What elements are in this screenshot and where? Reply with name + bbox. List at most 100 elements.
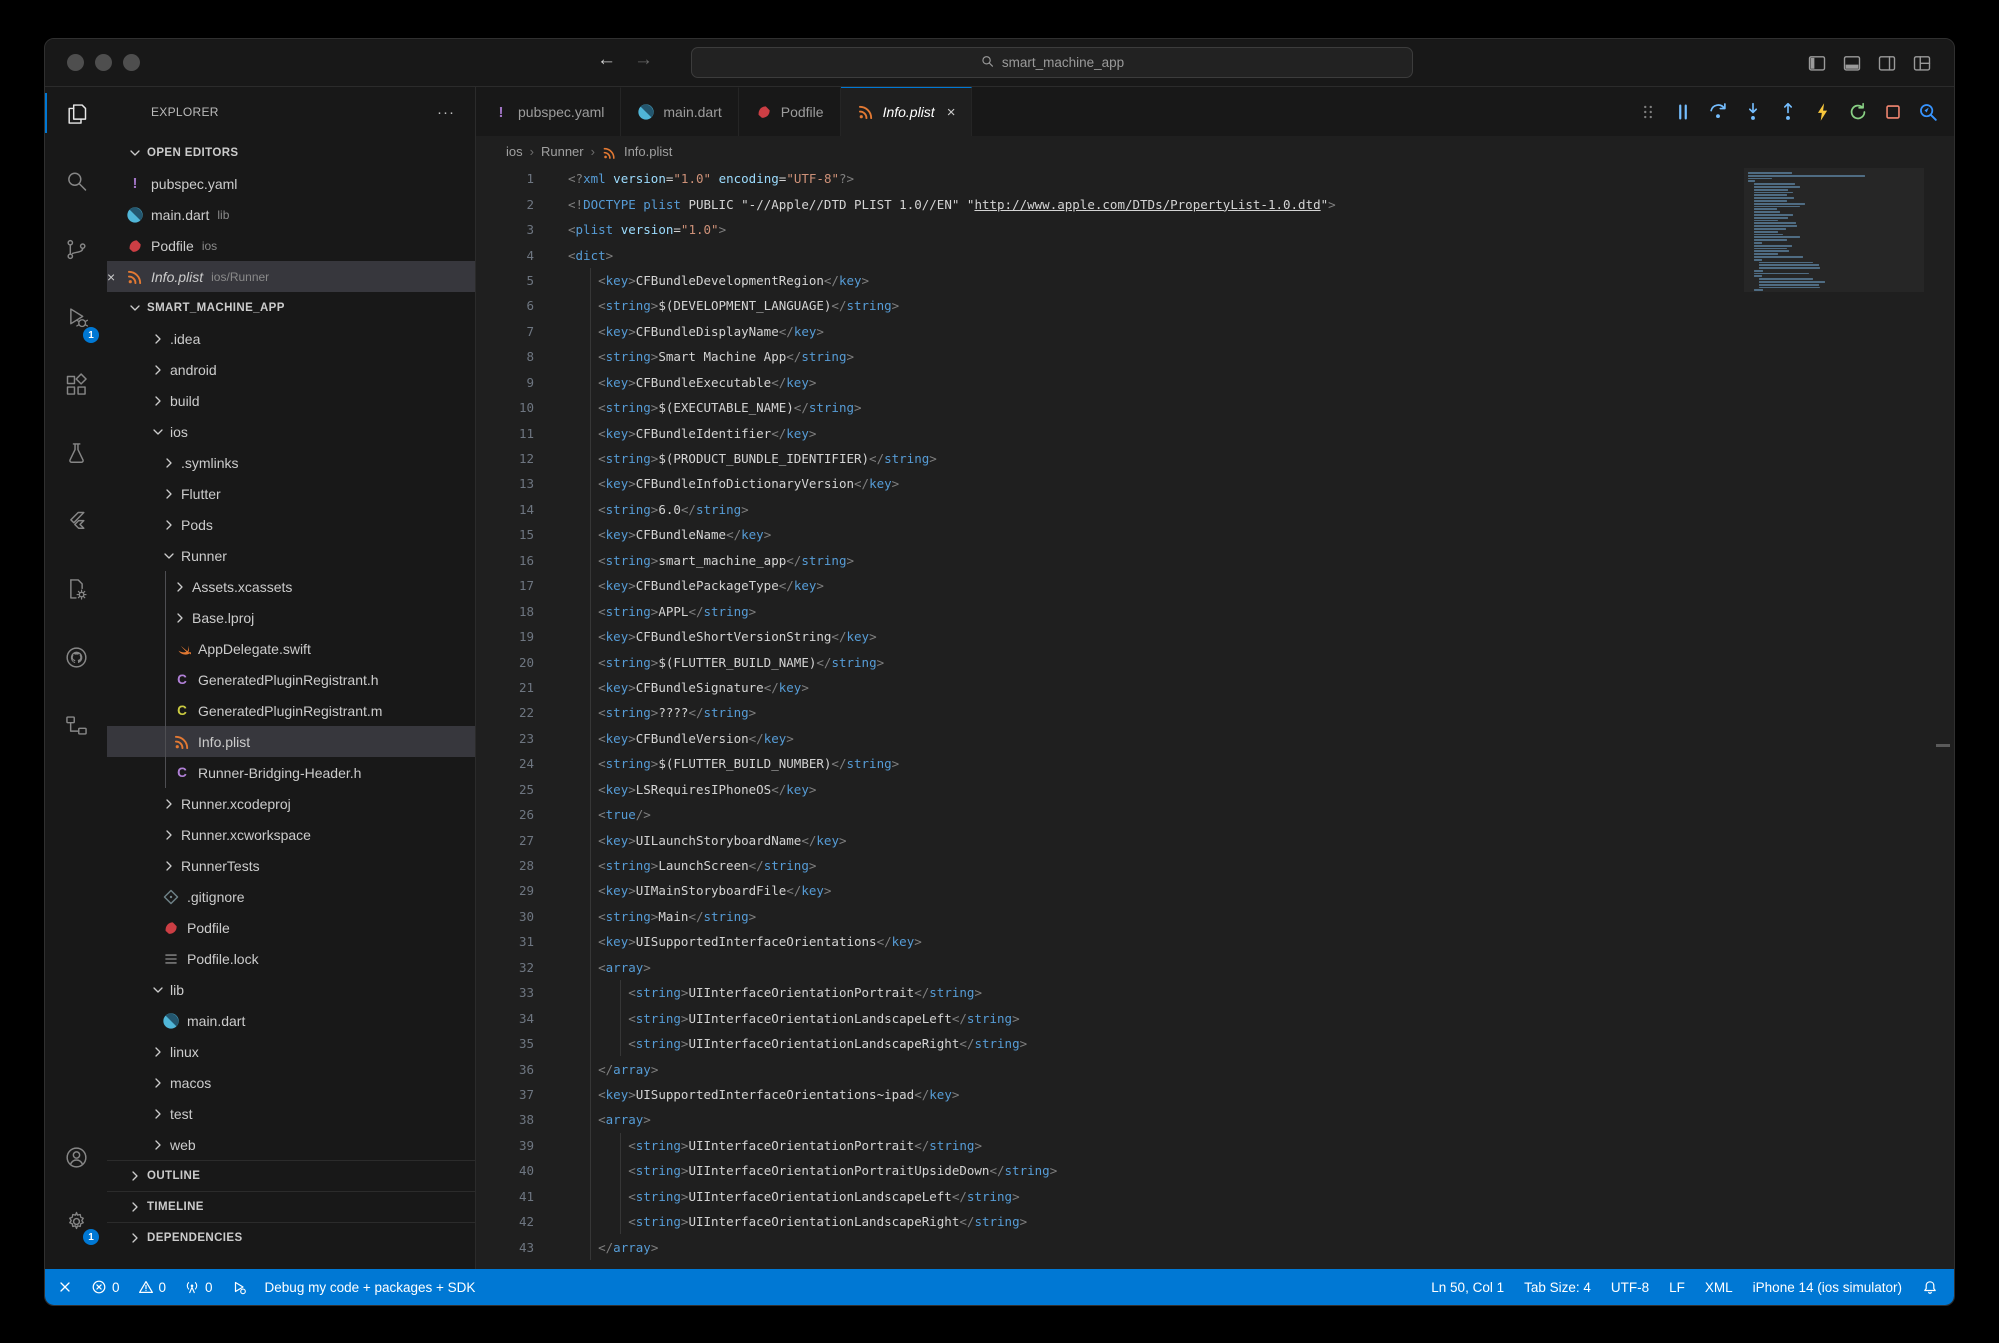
code-line-9[interactable]: 9 <key>CFBundleExecutable</key> (476, 370, 1954, 395)
code-line-19[interactable]: 19 <key>CFBundleShortVersionString</key> (476, 624, 1954, 649)
code-line-10[interactable]: 10 <string>$(EXECUTABLE_NAME)</string> (476, 395, 1954, 420)
open-devtools-icon[interactable] (1916, 100, 1940, 124)
code-line-5[interactable]: 5 <key>CFBundleDevelopmentRegion</key> (476, 268, 1954, 293)
launch-configuration[interactable]: Debug my code + packages + SDK (265, 1280, 476, 1295)
cursor-position[interactable]: Ln 50, Col 1 (1431, 1280, 1504, 1295)
tab-main-dart[interactable]: main.dart (621, 87, 738, 136)
toggle-primary-sidebar-icon[interactable] (1807, 53, 1827, 73)
tree-item-generatedpluginregistrant-m[interactable]: CGeneratedPluginRegistrant.m (107, 695, 475, 726)
code-line-37[interactable]: 37 <key>UISupportedInterfaceOrientations… (476, 1082, 1954, 1107)
pause-icon[interactable] (1671, 100, 1695, 124)
problems-errors[interactable]: 0 (91, 1279, 120, 1295)
debug-status-icon[interactable] (231, 1279, 247, 1295)
minimize-window-button[interactable] (95, 54, 112, 71)
section-timeline[interactable]: TIMELINE (107, 1191, 475, 1222)
close-icon[interactable]: × (107, 269, 125, 285)
section-project-root[interactable]: SMART_MACHINE_APP (107, 292, 475, 323)
code-line-30[interactable]: 30 <string>Main</string> (476, 904, 1954, 929)
code-line-39[interactable]: 39 <string>UIInterfaceOrientationPortrai… (476, 1133, 1954, 1158)
tree-item-android[interactable]: android (107, 354, 475, 385)
activity-testing-icon[interactable] (45, 419, 107, 487)
code-line-17[interactable]: 17 <key>CFBundlePackageType</key> (476, 573, 1954, 598)
tree-item-idea[interactable]: .idea (107, 323, 475, 354)
end-of-line[interactable]: LF (1669, 1280, 1685, 1295)
close-icon[interactable]: × (947, 104, 956, 121)
tree-item-info-plist[interactable]: Info.plist (107, 726, 475, 757)
activity-settings-icon[interactable]: 1 (45, 1189, 107, 1253)
code-line-26[interactable]: 26 <true/> (476, 802, 1954, 827)
code-line-4[interactable]: 4<dict> (476, 242, 1954, 267)
minimap[interactable] (1748, 172, 1910, 292)
open-editor-podfile[interactable]: Podfileios (107, 230, 475, 261)
forward-icon[interactable]: → (634, 49, 653, 71)
tree-item-macos[interactable]: macos (107, 1067, 475, 1098)
code-line-24[interactable]: 24 <string>$(FLUTTER_BUILD_NUMBER)</stri… (476, 751, 1954, 776)
tree-item-runner-bridging-header-h[interactable]: CRunner-Bridging-Header.h (107, 757, 475, 788)
tab-podfile[interactable]: Podfile (739, 87, 841, 136)
tree-item-assets-xcassets[interactable]: Assets.xcassets (107, 571, 475, 602)
activity-search-icon[interactable] (45, 147, 107, 215)
code-line-16[interactable]: 16 <string>smart_machine_app</string> (476, 548, 1954, 573)
code-line-7[interactable]: 7 <key>CFBundleDisplayName</key> (476, 319, 1954, 344)
tree-item-gitignore[interactable]: .gitignore (107, 881, 475, 912)
open-editor-info-plist[interactable]: ×Info.plistios/Runner (107, 261, 475, 292)
code-line-15[interactable]: 15 <key>CFBundleName</key> (476, 522, 1954, 547)
encoding[interactable]: UTF-8 (1611, 1280, 1649, 1295)
code-line-1[interactable]: 1<?xml version="1.0" encoding="UTF-8"?> (476, 166, 1954, 191)
ports[interactable]: 0 (184, 1279, 213, 1295)
notifications[interactable] (1922, 1279, 1938, 1295)
activity-flutter-icon[interactable] (45, 487, 107, 555)
more-actions-icon[interactable]: ··· (437, 104, 455, 121)
toggle-panel-icon[interactable] (1842, 53, 1862, 73)
tree-item-flutter[interactable]: Flutter (107, 478, 475, 509)
indentation[interactable]: Tab Size: 4 (1524, 1280, 1591, 1295)
tree-item-symlinks[interactable]: .symlinks (107, 447, 475, 478)
breadcrumb-item[interactable]: ios (506, 144, 523, 159)
tab-pubspec-yaml[interactable]: !pubspec.yaml (476, 87, 621, 136)
tree-item-linux[interactable]: linux (107, 1036, 475, 1067)
code-line-40[interactable]: 40 <string>UIInterfaceOrientationPortrai… (476, 1158, 1954, 1183)
code-line-6[interactable]: 6 <string>$(DEVELOPMENT_LANGUAGE)</strin… (476, 293, 1954, 318)
language-mode[interactable]: XML (1705, 1280, 1733, 1295)
activity-explorer-icon[interactable] (45, 79, 107, 147)
open-editor-main-dart[interactable]: main.dartlib (107, 199, 475, 230)
code-line-21[interactable]: 21 <key>CFBundleSignature</key> (476, 675, 1954, 700)
section-open-editors[interactable]: OPEN EDITORS (107, 137, 475, 168)
activity-extensions-icon[interactable] (45, 351, 107, 419)
command-center[interactable]: smart_machine_app (691, 47, 1413, 78)
code-line-38[interactable]: 38 <array> (476, 1107, 1954, 1132)
tree-item-podfile[interactable]: Podfile (107, 912, 475, 943)
tab-info-plist[interactable]: Info.plist× (841, 87, 973, 136)
section-outline[interactable]: OUTLINE (107, 1160, 475, 1191)
tree-item-runner-xcodeproj[interactable]: Runner.xcodeproj (107, 788, 475, 819)
stop-icon[interactable] (1881, 100, 1905, 124)
activity-project-file-settings-icon[interactable] (45, 555, 107, 623)
tree-item-main-dart[interactable]: main.dart (107, 1005, 475, 1036)
restart-icon[interactable] (1846, 100, 1870, 124)
tree-item-ios[interactable]: ios (107, 416, 475, 447)
zoom-window-button[interactable] (123, 54, 140, 71)
code-line-18[interactable]: 18 <string>APPL</string> (476, 598, 1954, 623)
code-line-20[interactable]: 20 <string>$(FLUTTER_BUILD_NAME)</string… (476, 649, 1954, 674)
code-line-35[interactable]: 35 <string>UIInterfaceOrientationLandsca… (476, 1031, 1954, 1056)
code-line-28[interactable]: 28 <string>LaunchScreen</string> (476, 853, 1954, 878)
code-line-33[interactable]: 33 <string>UIInterfaceOrientationPortrai… (476, 980, 1954, 1005)
code-editor[interactable]: 1<?xml version="1.0" encoding="UTF-8"?> 2… (476, 166, 1954, 1269)
code-line-34[interactable]: 34 <string>UIInterfaceOrientationLandsca… (476, 1005, 1954, 1030)
activity-run-and-debug-icon[interactable]: 1 (45, 283, 107, 351)
tree-item-build[interactable]: build (107, 385, 475, 416)
code-line-43[interactable]: 43 </array> (476, 1234, 1954, 1259)
code-line-31[interactable]: 31 <key>UISupportedInterfaceOrientations… (476, 929, 1954, 954)
activity-references-icon[interactable] (45, 691, 107, 759)
code-line-36[interactable]: 36 </array> (476, 1056, 1954, 1081)
code-line-27[interactable]: 27 <key>UILaunchStoryboardName</key> (476, 827, 1954, 852)
flutter-device[interactable]: iPhone 14 (ios simulator) (1753, 1280, 1902, 1295)
code-line-13[interactable]: 13 <key>CFBundleInfoDictionaryVersion</k… (476, 471, 1954, 496)
activity-account-icon[interactable] (45, 1125, 107, 1189)
tree-item-test[interactable]: test (107, 1098, 475, 1129)
activity-source-control-icon[interactable] (45, 215, 107, 283)
tree-item-pods[interactable]: Pods (107, 509, 475, 540)
code-line-25[interactable]: 25 <key>LSRequiresIPhoneOS</key> (476, 777, 1954, 802)
customize-layout-icon[interactable] (1912, 53, 1932, 73)
close-window-button[interactable] (67, 54, 84, 71)
